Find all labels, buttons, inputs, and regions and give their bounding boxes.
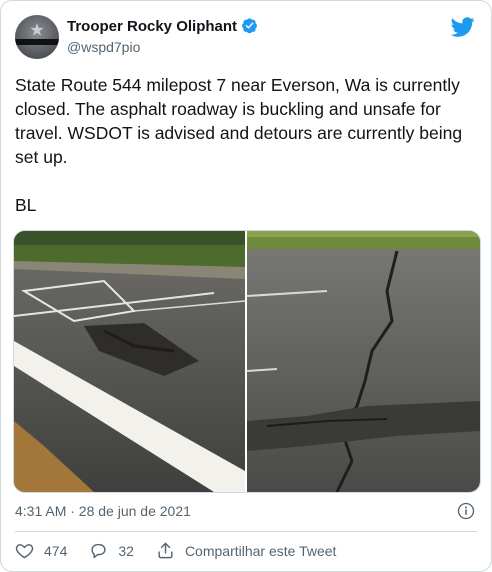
- photo-road-buckling[interactable]: [14, 231, 245, 492]
- tweet-media[interactable]: [13, 230, 481, 493]
- photo-road-crack[interactable]: [247, 231, 480, 492]
- tweet-card: Trooper Rocky Oliphant @wspd7pio State R…: [0, 0, 492, 572]
- reply-button[interactable]: 32: [89, 541, 134, 560]
- like-count: 474: [44, 542, 68, 559]
- tweet-text: State Route 544 milepost 7 near Everson,…: [15, 75, 463, 215]
- share-icon: [158, 542, 173, 559]
- bird-icon[interactable]: [451, 15, 475, 39]
- reply-count: 32: [118, 542, 134, 559]
- author-handle[interactable]: @wspd7pio: [67, 39, 140, 55]
- tweet-actions: 474 32 Compartilhar este Tweet: [15, 541, 358, 560]
- verified-icon: [242, 18, 257, 34]
- heart-icon: [15, 544, 34, 559]
- share-button[interactable]: Compartilhar este Tweet: [156, 541, 336, 560]
- author-name[interactable]: Trooper Rocky Oliphant: [67, 17, 258, 35]
- reply-icon: [91, 543, 106, 559]
- divider: [15, 531, 477, 532]
- like-button[interactable]: 474: [15, 541, 67, 560]
- info-icon[interactable]: [457, 502, 475, 520]
- avatar[interactable]: [15, 15, 59, 59]
- share-label: Compartilhar este Tweet: [184, 542, 337, 559]
- badge-star-icon: [30, 23, 44, 36]
- tweet-timestamp[interactable]: 4:31 AM · 28 de jun de 2021: [15, 503, 191, 519]
